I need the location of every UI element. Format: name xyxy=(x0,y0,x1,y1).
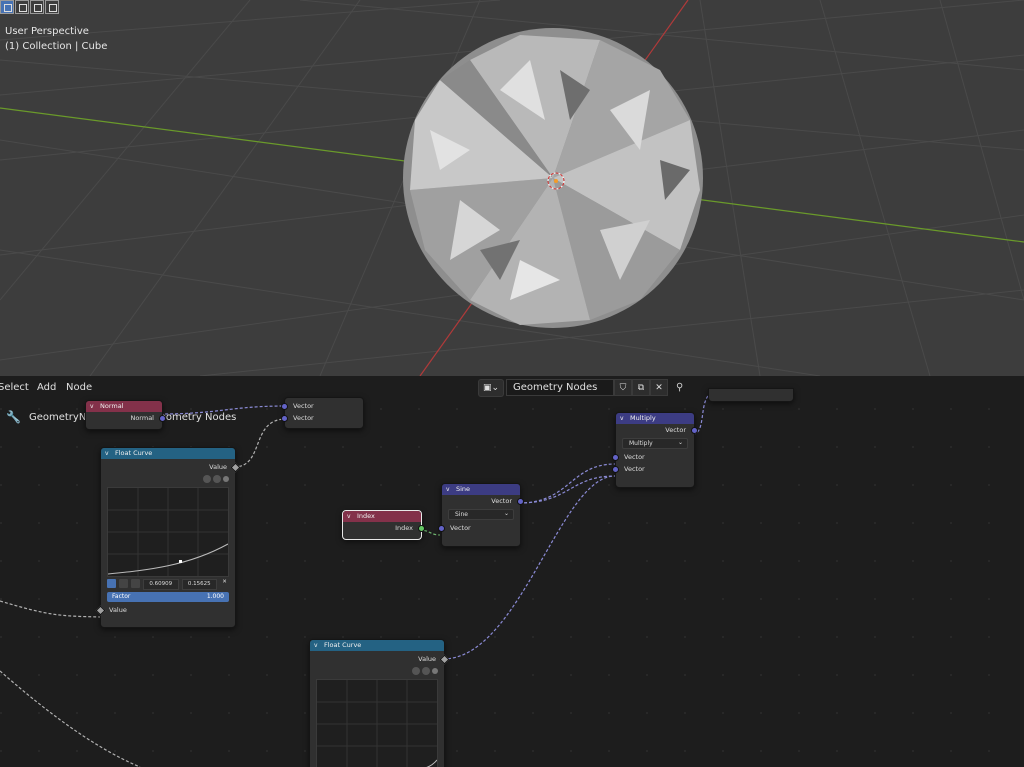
curve-tools xyxy=(101,473,235,485)
select-box-icon[interactable] xyxy=(0,0,14,14)
curve-options-icon[interactable] xyxy=(432,668,438,674)
float-curve-2-output-label: Value xyxy=(418,655,436,663)
mesh-object[interactable] xyxy=(403,28,703,328)
multiply-input-label-2: Vector xyxy=(624,465,645,473)
node-tree-type-icon[interactable]: ▣⌄ xyxy=(478,378,504,397)
pin-icon[interactable]: ⚲ xyxy=(676,382,690,393)
multiply-output-socket[interactable] xyxy=(691,427,698,434)
factor-label: Factor xyxy=(112,593,131,600)
index-node[interactable]: Index Index xyxy=(342,510,425,540)
zoom-out-icon[interactable] xyxy=(213,475,221,483)
sine-output-socket[interactable] xyxy=(517,498,524,505)
normal-output-socket[interactable] xyxy=(159,415,166,422)
select-extend-icon[interactable] xyxy=(15,0,29,14)
point-y-field[interactable]: 0.15625 xyxy=(181,579,217,590)
vector-input-label-1: Vector xyxy=(293,402,314,410)
handle-auto-icon[interactable] xyxy=(107,579,116,588)
vector-node[interactable]: Vector Vector xyxy=(281,397,364,429)
multiply-node[interactable]: Multiply Vector Multiply Vector Vector xyxy=(612,412,698,488)
vector-input-socket-1[interactable] xyxy=(281,403,288,410)
zoom-in-icon[interactable] xyxy=(412,667,420,675)
vector-input-label-2: Vector xyxy=(293,414,314,422)
factor-slider[interactable]: Factor 1.000 xyxy=(107,592,229,602)
index-output-socket[interactable] xyxy=(418,525,425,532)
sine-output-label: Vector xyxy=(491,497,512,505)
group-output-node-partial[interactable] xyxy=(708,388,794,402)
normal-node-header[interactable]: Normal xyxy=(86,401,162,412)
sine-node[interactable]: Sine Vector Sine Vector xyxy=(438,483,524,547)
float-curve-1-output-label: Value xyxy=(209,463,227,471)
multiply-input-label-1: Vector xyxy=(624,453,645,461)
multiply-operation-dropdown[interactable]: Multiply xyxy=(622,438,688,449)
sine-input-socket[interactable] xyxy=(438,525,445,532)
normal-output-label: Normal xyxy=(130,414,154,422)
node-tree-selector: ▣⌄ Geometry Nodes ⛉ ⧉ ✕ ⚲ xyxy=(478,378,690,397)
curve-point-values: 0.60909 0.15625 ✕ xyxy=(107,579,229,590)
normal-node[interactable]: Normal Normal xyxy=(85,400,166,430)
curve-options-icon[interactable] xyxy=(223,476,229,482)
zoom-out-icon[interactable] xyxy=(422,667,430,675)
wrench-icon: 🔧 xyxy=(6,410,21,424)
fake-user-shield-icon[interactable]: ⛉ xyxy=(614,379,632,396)
close-icon[interactable]: ✕ xyxy=(650,379,668,396)
sine-operation-dropdown[interactable]: Sine xyxy=(448,509,514,520)
node-tree-name-field[interactable]: Geometry Nodes xyxy=(506,379,614,396)
sine-input-label: Vector xyxy=(450,524,471,532)
multiply-input-socket-2[interactable] xyxy=(612,466,619,473)
select-mode-toolbar xyxy=(0,0,59,16)
collection-label: (1) Collection | Cube xyxy=(5,41,108,52)
float-curve-node-2[interactable]: Float Curve Value xyxy=(309,639,450,767)
factor-value: 1.000 xyxy=(206,593,224,600)
float-curve-2-header[interactable]: Float Curve xyxy=(310,640,444,651)
perspective-label: User Perspective xyxy=(5,26,89,37)
vector-input-socket-2[interactable] xyxy=(281,415,288,422)
duplicate-icon[interactable]: ⧉ xyxy=(632,379,650,396)
float-curve-node-1[interactable]: Float Curve Value 0.60909 0.15625 ✕ xyxy=(95,447,241,628)
handle-auto-clamped-icon[interactable] xyxy=(131,579,140,588)
zoom-in-icon[interactable] xyxy=(203,475,211,483)
select-intersect-icon[interactable] xyxy=(45,0,59,14)
sine-node-header[interactable]: Sine xyxy=(442,484,520,495)
menu-node[interactable]: Node xyxy=(66,382,92,393)
select-subtract-icon[interactable] xyxy=(30,0,44,14)
point-x-field[interactable]: 0.60909 xyxy=(143,579,179,590)
handle-vector-icon[interactable] xyxy=(119,579,128,588)
index-output-label: Index xyxy=(395,524,413,532)
float-curve-1-input-label: Value xyxy=(109,606,127,614)
viewport-grid xyxy=(0,0,1024,376)
curve-mapping-widget[interactable] xyxy=(107,487,229,577)
float-curve-1-header[interactable]: Float Curve xyxy=(101,448,235,459)
menu-add[interactable]: Add xyxy=(37,382,56,393)
delete-point-icon[interactable]: ✕ xyxy=(220,579,229,590)
node-editor[interactable]: Select Add Node ▣⌄ Geometry Nodes ⛉ ⧉ ✕ … xyxy=(0,376,1024,767)
index-node-header[interactable]: Index xyxy=(343,511,421,522)
node-editor-header: Select Add Node ▣⌄ Geometry Nodes ⛉ ⧉ ✕ … xyxy=(0,376,1024,398)
curve-control-point[interactable] xyxy=(179,560,182,563)
3d-viewport[interactable]: User Perspective (1) Collection | Cube xyxy=(0,0,1024,376)
curve-mapping-widget-2[interactable] xyxy=(316,679,438,767)
menu-select[interactable]: Select xyxy=(0,382,29,393)
multiply-node-header[interactable]: Multiply xyxy=(616,413,694,424)
multiply-input-socket-1[interactable] xyxy=(612,454,619,461)
multiply-output-label: Vector xyxy=(665,426,686,434)
